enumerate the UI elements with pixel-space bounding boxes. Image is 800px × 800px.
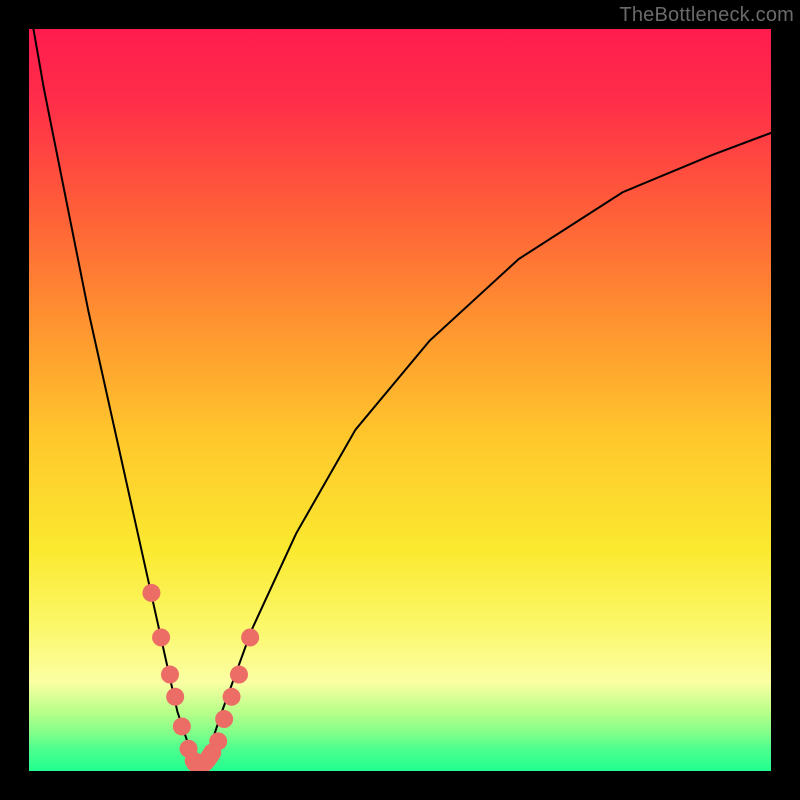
watermark-text: TheBottleneck.com xyxy=(619,4,794,27)
marker-dot xyxy=(142,584,160,602)
marker-dot xyxy=(209,732,227,750)
marker-dot xyxy=(241,628,259,646)
marker-dot xyxy=(223,688,241,706)
marker-dot xyxy=(180,740,198,758)
marker-dot xyxy=(152,628,170,646)
marker-dot xyxy=(215,710,233,728)
marker-dot xyxy=(166,688,184,706)
marker-dot xyxy=(230,666,248,684)
chart-svg xyxy=(29,29,771,771)
background-gradient xyxy=(29,29,771,771)
curve-minimum-marker xyxy=(194,752,213,765)
plot-frame xyxy=(29,29,771,771)
marker-dot xyxy=(173,717,191,735)
marker-dot xyxy=(161,666,179,684)
